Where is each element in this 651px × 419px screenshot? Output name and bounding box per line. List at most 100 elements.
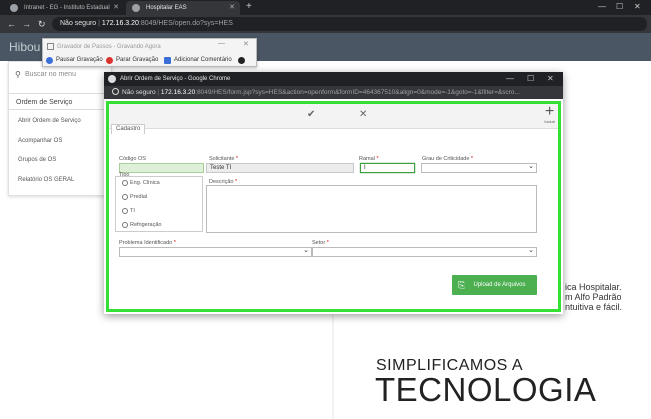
close-tab-icon[interactable]: ✕ (229, 1, 235, 15)
forward-icon[interactable]: → (22, 15, 31, 33)
maximize-icon[interactable]: ☐ (616, 0, 623, 14)
help-button[interactable] (238, 55, 248, 66)
radio-circle (122, 180, 128, 186)
solicitante-label-text: Solicitante (209, 156, 235, 162)
security-indicator[interactable]: Não seguro (60, 20, 96, 27)
tab-hospitalar[interactable]: Hospitalar EAS ✕ (126, 1, 240, 15)
minimize-icon[interactable]: — (598, 0, 606, 14)
search-input[interactable]: ⚲ Buscar no menu (15, 68, 105, 82)
back-icon[interactable]: ← (7, 15, 16, 33)
add-label: Incluir (544, 119, 555, 124)
globe-icon (10, 4, 18, 12)
security-indicator[interactable]: Não seguro (122, 89, 156, 96)
menu-group-ordem-servico[interactable]: Ordem de Serviço (9, 93, 113, 110)
pause-label: Pausar Gravação (56, 57, 103, 63)
maximize-icon[interactable]: ☐ (527, 72, 534, 86)
comment-label: Adicionar Comentário (174, 57, 232, 63)
confirm-icon[interactable]: ✔ (307, 109, 315, 120)
menu-item-grupos-os[interactable]: Grupos de OS (18, 157, 110, 163)
reload-icon[interactable]: ↻ (38, 15, 46, 33)
menu-item-abrir-os[interactable]: Abrir Ordem de Serviço (18, 118, 110, 124)
ramal-label: Ramal * (359, 156, 379, 162)
ramal-field[interactable]: I (360, 163, 415, 173)
tab-intranet[interactable]: Intranet - EG - Instituto Estadual ✕ (4, 1, 124, 15)
chevron-down-icon: ⌄ (528, 247, 534, 254)
globe-icon (132, 4, 140, 12)
popup-titlebar: Abrir Ordem de Serviço - Google Chrome —… (104, 72, 563, 86)
plus-icon: + (544, 103, 555, 120)
problema-label-text: Problema Identificado (119, 240, 173, 246)
codigo-label: Código OS (119, 156, 146, 162)
pause-recording-button[interactable]: Pausar Gravação (46, 55, 103, 66)
minimize-icon[interactable]: — (506, 72, 514, 86)
stop-label: Parar Gravação (116, 57, 159, 63)
new-tab-button[interactable]: + (246, 0, 252, 14)
problema-label: Problema Identificado * (119, 240, 176, 246)
close-icon[interactable]: ✕ (547, 72, 554, 86)
popup-window: Abrir Ordem de Serviço - Google Chrome —… (104, 72, 563, 314)
url-path: :8049/HES/open.do?sys=HES (138, 20, 233, 27)
paperclip-icon: ⎘ (458, 280, 466, 290)
url-host: 172.16.3.20 (160, 89, 196, 96)
grau-criticidade-select[interactable]: ⌄ (421, 163, 537, 173)
address-bar[interactable]: Não seguro | 172.16.3.20:8049/HES/open.d… (52, 17, 647, 31)
background-text: ntuitiva e fácil. (565, 302, 623, 312)
radio-refrigeracao[interactable]: Refrigeração (122, 222, 162, 228)
menu-item-acompanhar-os[interactable]: Acompanhar OS (18, 138, 110, 144)
tab-cadastro[interactable]: Cadastro (111, 124, 146, 134)
slogan-line-2: TECNOLOGIA (375, 371, 597, 408)
ramal-label-text: Ramal (359, 156, 375, 162)
chrome-icon (108, 75, 116, 83)
stop-recording-button[interactable]: Parar Gravação (106, 55, 158, 66)
background-text: m Alfo Padrão (565, 292, 622, 302)
help-icon (238, 57, 245, 64)
minimize-icon[interactable]: — (218, 40, 225, 47)
close-window-icon[interactable]: ✕ (634, 0, 641, 14)
radio-circle (122, 208, 128, 214)
chevron-down-icon: ⌄ (303, 247, 309, 254)
form-action-bar: ✔ ✕ + Incluir (109, 104, 558, 129)
radio-predial[interactable]: Predial (122, 194, 147, 200)
descricao-textarea[interactable] (206, 185, 537, 233)
radio-label: Refrigeração (130, 222, 162, 228)
app-logo: Hibou (9, 40, 41, 54)
form-frame: ✔ ✕ + Incluir Cadastro Código OS Solicit… (106, 101, 561, 312)
recorder-icon (47, 43, 54, 50)
background-text: ica Hospitalar. (565, 282, 622, 292)
upload-label: Upload de Arquivos (473, 282, 526, 288)
search-placeholder: Buscar no menu (25, 71, 76, 78)
radio-label: TI (130, 208, 135, 214)
stop-icon (106, 57, 113, 64)
close-icon[interactable]: ✕ (243, 40, 249, 48)
cancel-icon[interactable]: ✕ (359, 109, 367, 120)
radio-label: Eng. Clínica (130, 180, 160, 186)
browser-tab-strip: Intranet - EG - Instituto Estadual ✕ Hos… (0, 0, 651, 15)
codigo-os-field[interactable] (119, 163, 204, 173)
steps-recorder-toolbar: Gravador de Passos - Gravando Agora — ✕ … (42, 38, 257, 67)
problema-select[interactable]: ⌄ (119, 247, 312, 257)
grau-label-text: Grau de Criticidade (422, 156, 470, 162)
radio-ti[interactable]: TI (122, 208, 135, 214)
add-comment-button[interactable]: Adicionar Comentário (164, 55, 232, 66)
add-record-button[interactable]: + Incluir (544, 103, 555, 125)
setor-select[interactable]: ⌄ (312, 247, 537, 257)
chevron-down-icon: ⌄ (528, 163, 534, 170)
comment-icon (164, 57, 171, 64)
popup-address-bar[interactable]: Não seguro | 172.16.3.20:8049/HES/form.j… (104, 86, 563, 99)
recorder-title: Gravador de Passos - Gravando Agora (47, 41, 161, 53)
popup-title: Abrir Ordem de Serviço - Google Chrome (120, 76, 231, 82)
solicitante-label: Solicitante * (209, 156, 239, 162)
close-tab-icon[interactable]: ✕ (113, 1, 119, 15)
solicitante-field[interactable]: Teste TI (206, 163, 354, 173)
upload-files-button[interactable]: ⎘ Upload de Arquivos (452, 275, 537, 295)
recorder-title-text: Gravador de Passos - Gravando Agora (57, 44, 161, 50)
tipo-radio-group: Eng. Clínica Predial TI Refrigeração (115, 176, 203, 232)
search-icon: ⚲ (15, 70, 21, 79)
browser-toolbar: ← → ↻ Não seguro | 172.16.3.20:8049/HES/… (0, 15, 651, 33)
url-path: :8049/HES/form.jsp?sys=HES&action=openfo… (195, 89, 520, 96)
tab-label: Hospitalar EAS (146, 5, 187, 11)
radio-eng-clinica[interactable]: Eng. Clínica (122, 180, 160, 186)
pause-icon (46, 57, 53, 64)
radio-label: Predial (130, 194, 148, 200)
menu-item-relatorio-os[interactable]: Relatório OS GERAL (18, 177, 110, 183)
